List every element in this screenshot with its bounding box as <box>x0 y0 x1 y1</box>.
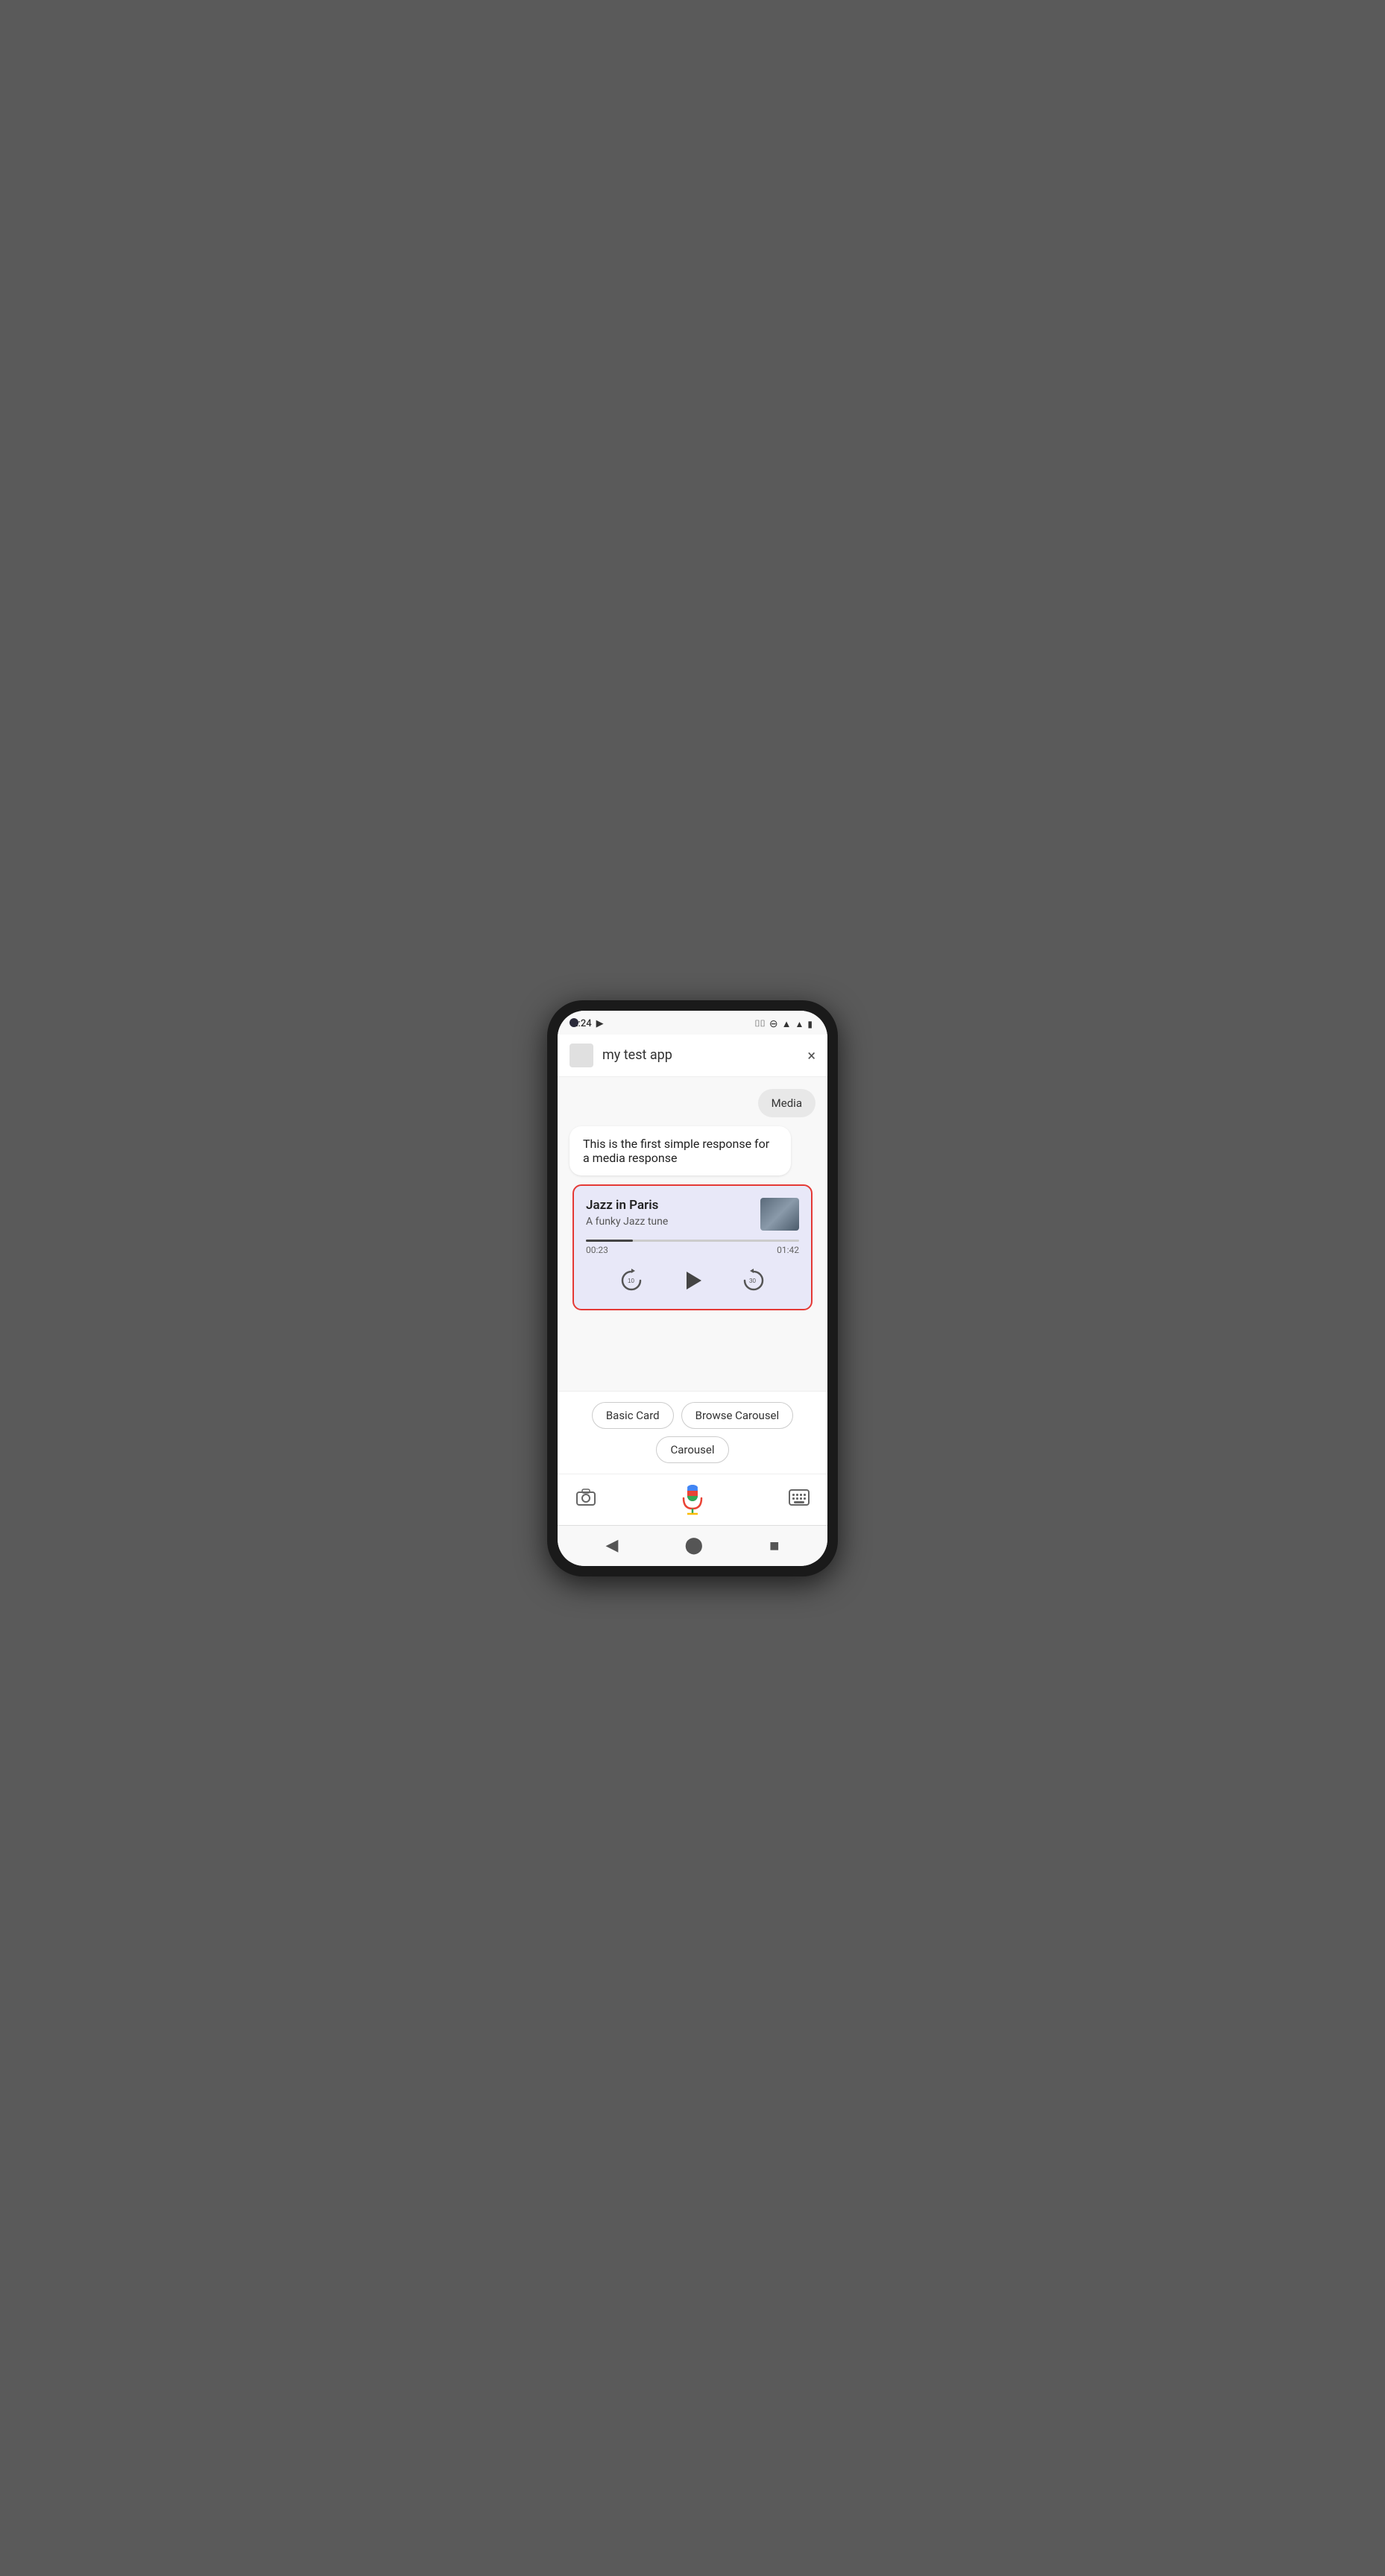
media-controls: 10 30 <box>586 1264 799 1297</box>
media-thumbnail-image <box>760 1198 799 1231</box>
keyboard-icon[interactable] <box>789 1489 810 1510</box>
user-bubble: Media <box>758 1089 815 1117</box>
camera-dot <box>570 1018 578 1027</box>
back-button[interactable]: ◀ <box>606 1536 619 1555</box>
media-card-header: Jazz in Paris A funky Jazz tune <box>586 1198 799 1231</box>
close-button[interactable]: × <box>807 1046 815 1064</box>
play-button[interactable] <box>678 1266 707 1295</box>
app-icon <box>570 1044 593 1067</box>
media-title: Jazz in Paris <box>586 1198 760 1213</box>
home-button[interactable]: ⬤ <box>684 1536 703 1555</box>
bot-bubble: This is the first simple response for a … <box>570 1126 791 1175</box>
media-thumbnail <box>760 1198 799 1231</box>
suggestions-area: Basic Card Browse Carousel Carousel <box>558 1391 827 1474</box>
media-info: Jazz in Paris A funky Jazz tune <box>586 1198 760 1228</box>
phone-frame: 2:24 ▶ ⌷⌷ ⊖ ▲ ▲ ▮ my test app × Media <box>547 1000 838 1576</box>
media-subtitle: A funky Jazz tune <box>586 1216 760 1228</box>
nav-bar: ◀ ⬤ ■ <box>558 1525 827 1566</box>
signal-icon: ▲ <box>795 1019 804 1029</box>
progress-container: 00:23 01:42 <box>586 1240 799 1255</box>
status-right: ⌷⌷ ⊖ ▲ ▲ ▮ <box>754 1018 813 1030</box>
camera-input-icon[interactable] <box>575 1487 596 1512</box>
chip-browse-carousel[interactable]: Browse Carousel <box>681 1402 794 1429</box>
media-player-card: Jazz in Paris A funky Jazz tune 00:23 01… <box>572 1184 813 1310</box>
current-time: 00:23 <box>586 1245 608 1255</box>
dnd-icon: ⊖ <box>769 1018 778 1030</box>
skip-30-button[interactable]: 30 <box>737 1264 770 1297</box>
progress-fill <box>586 1240 633 1242</box>
wifi-icon: ▲ <box>782 1018 792 1030</box>
app-header: my test app × <box>558 1035 827 1077</box>
bottom-bar <box>558 1474 827 1525</box>
play-icon: ▶ <box>596 1018 604 1029</box>
svg-text:30: 30 <box>749 1278 756 1284</box>
chat-area: Media This is the first simple response … <box>558 1077 827 1391</box>
time-row: 00:23 01:42 <box>586 1245 799 1255</box>
chip-basic-card[interactable]: Basic Card <box>592 1402 674 1429</box>
battery-icon: ▮ <box>807 1019 813 1029</box>
total-time: 01:42 <box>777 1245 799 1255</box>
svg-text:10: 10 <box>628 1278 634 1284</box>
app-title: my test app <box>602 1047 798 1063</box>
status-bar: 2:24 ▶ ⌷⌷ ⊖ ▲ ▲ ▮ <box>558 1011 827 1035</box>
recents-button[interactable]: ■ <box>769 1536 779 1556</box>
rewind-10-button[interactable]: 10 <box>615 1264 648 1297</box>
phone-screen: 2:24 ▶ ⌷⌷ ⊖ ▲ ▲ ▮ my test app × Media <box>558 1011 827 1566</box>
progress-track[interactable] <box>586 1240 799 1242</box>
chat-spacer <box>570 1319 815 1379</box>
chip-carousel[interactable]: Carousel <box>656 1436 728 1463</box>
mic-button[interactable] <box>676 1483 709 1516</box>
vibrate-icon: ⌷⌷ <box>754 1018 765 1029</box>
